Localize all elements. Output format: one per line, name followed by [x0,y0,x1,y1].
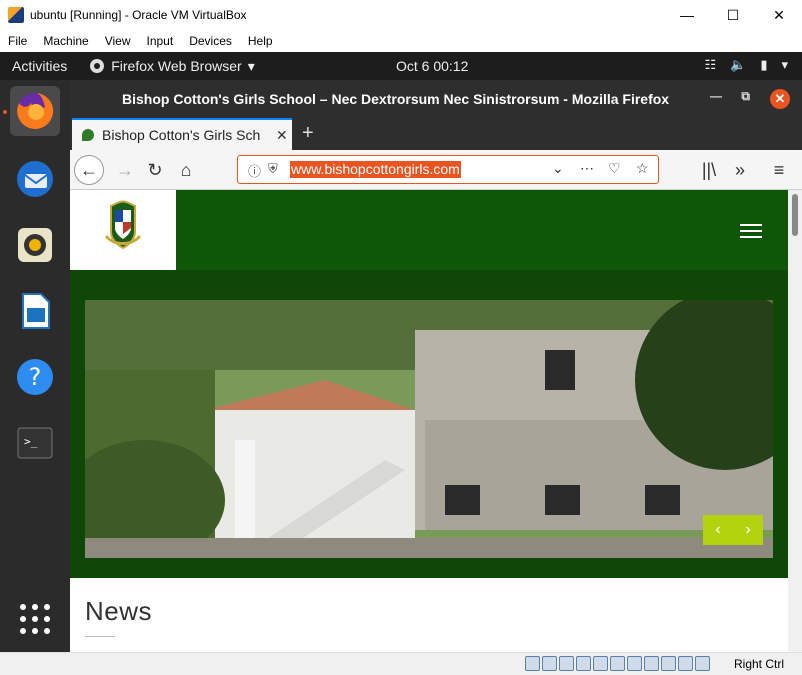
page-scrollbar[interactable] [788,190,802,652]
running-indicator [3,110,7,114]
vbox-window-title: ubuntu [Running] - Oracle VM VirtualBox [30,8,247,22]
web-page: ‹ › News [70,190,788,652]
mouse-integration-icon[interactable] [678,656,693,671]
firefox-titlebar: Bishop Cotton's Girls School – Nec Dextr… [70,80,802,118]
info-icon[interactable]: ⓘ [248,161,261,180]
bookmark-star-icon[interactable]: ☆ [636,160,649,177]
chevron-down-icon: ▾ [247,57,255,74]
svg-text:?: ? [29,363,42,391]
host-key-label: Right Ctrl [734,657,785,671]
vbox-status-bar: Right Ctrl [0,652,802,675]
activities-button[interactable]: Activities [12,58,67,74]
gnome-top-bar: Activities Firefox Web Browser ▾ Oct 6 0… [0,52,802,80]
firefox-icon[interactable] [10,86,60,136]
optical-drive-icon[interactable] [542,656,557,671]
ff-close-button[interactable]: ✕ [770,89,790,109]
ff-minimize-button[interactable]: — [710,89,722,103]
maximize-button[interactable]: ☐ [710,0,756,30]
firefox-window-title: Bishop Cotton's Girls School – Nec Dextr… [122,91,670,107]
hero-slide-image [85,300,773,558]
menu-input[interactable]: Input [139,34,182,48]
vbox-titlebar: ubuntu [Running] - Oracle VM VirtualBox … [0,0,802,30]
app-menu-label: Firefox Web Browser [111,58,242,74]
vbox-device-icons [525,656,710,671]
clock[interactable]: Oct 6 00:12 [396,58,468,74]
menu-help[interactable]: Help [240,34,281,48]
dropdown-chevron-icon[interactable]: ⌄ [552,160,564,177]
menu-file[interactable]: File [0,34,35,48]
menu-machine[interactable]: Machine [35,34,96,48]
navigation-toolbar: ← → ↻ ⌂ ⓘ ⛨ www.bishopcottongirls.com ⌄ … [70,150,802,190]
pocket-icon[interactable]: ♡ [608,160,621,177]
ff-restore-button[interactable]: ⧉ [741,89,750,104]
menu-view[interactable]: View [97,34,139,48]
dock: ? >_ [0,80,70,652]
usb-icon[interactable] [593,656,608,671]
show-apps-icon[interactable] [10,594,60,644]
news-divider [85,636,115,637]
chevron-down-icon: ▾ [781,57,788,72]
close-tab-icon[interactable]: ✕ [276,127,288,144]
page-actions-icon[interactable]: ⋯ [580,160,594,177]
volume-icon: 🔈 [730,57,747,72]
network-icon: ☷ [704,57,717,72]
firefox-small-icon [90,59,105,73]
close-button[interactable]: ✕ [756,0,802,30]
app-menu[interactable]: Firefox Web Browser ▾ [89,57,255,75]
system-tray[interactable]: ☷ 🔈 ▮ ▾ [704,57,788,73]
tab-strip: Bishop Cotton's Girls Sch ✕ + [70,118,802,150]
audio-icon[interactable] [559,656,574,671]
new-tab-button[interactable]: + [302,122,314,145]
overflow-chevron-icon[interactable]: » [725,155,755,185]
display-icon[interactable] [627,656,642,671]
terminal-icon[interactable]: >_ [10,418,60,468]
forward-button[interactable]: → [110,155,140,185]
keyboard-capture-icon[interactable] [695,656,710,671]
site-favicon [82,129,94,141]
virtualbox-icon [8,7,24,23]
vbox-menubar: File Machine View Input Devices Help [0,30,802,52]
reload-button[interactable]: ↻ [140,155,170,185]
window-controls: — ☐ ✕ [664,0,802,30]
shared-folders-icon[interactable] [610,656,625,671]
rhythmbox-icon[interactable] [10,220,60,270]
url-bar[interactable]: ⓘ ⛨ www.bishopcottongirls.com ⌄ ⋯ ♡ ☆ [237,155,659,184]
libreoffice-writer-icon[interactable] [10,286,60,336]
school-crest-icon [104,200,142,250]
back-button[interactable]: ← [74,155,104,185]
svg-text:>_: >_ [24,435,38,448]
hard-disk-icon[interactable] [525,656,540,671]
tab-label: Bishop Cotton's Girls Sch [102,127,261,143]
slider-next-button[interactable]: › [733,515,763,545]
news-heading: News [85,596,153,626]
battery-icon: ▮ [760,57,768,72]
video-capture-icon[interactable] [644,656,659,671]
hamburger-menu-icon[interactable] [740,224,762,242]
scrollbar-thumb[interactable] [792,194,798,236]
network-adapter-icon[interactable] [576,656,591,671]
hero-band [70,270,788,578]
help-icon[interactable]: ? [10,352,60,402]
slider-prev-button[interactable]: ‹ [703,515,733,545]
minimize-button[interactable]: — [664,0,710,30]
tracking-shield-icon[interactable]: ⛨ [268,161,278,177]
library-icon[interactable]: ||\ [694,155,724,185]
tab-bishop-cotton[interactable]: Bishop Cotton's Girls Sch ✕ [72,118,292,150]
site-header [70,190,788,285]
virtualization-icon[interactable] [661,656,676,671]
thunderbird-icon[interactable] [10,154,60,204]
menu-devices[interactable]: Devices [181,34,240,48]
home-button[interactable]: ⌂ [171,155,201,185]
menu-icon[interactable]: ≡ [764,155,794,185]
url-text[interactable]: www.bishopcottongirls.com [290,161,461,178]
